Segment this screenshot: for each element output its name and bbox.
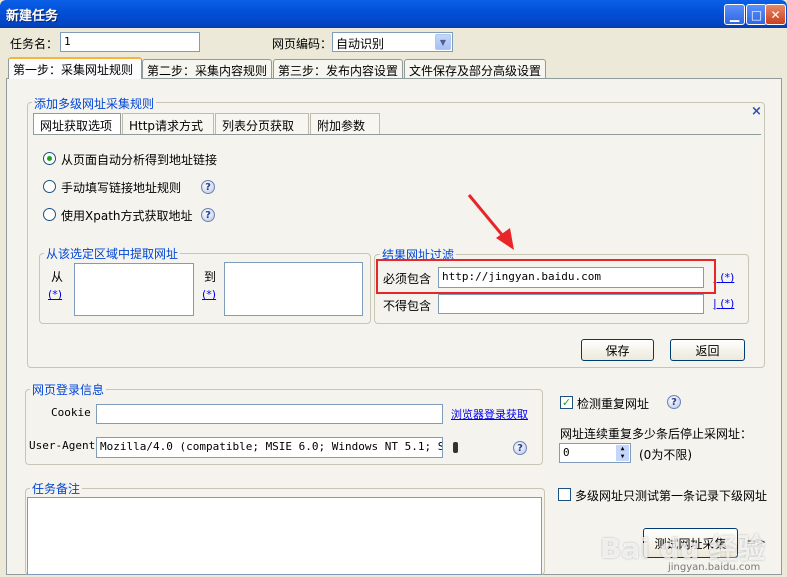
- back-button-label: 返回: [695, 343, 720, 358]
- must-not-include-link[interactable]: | (*): [713, 297, 734, 310]
- maximize-icon: □: [750, 7, 763, 22]
- tab-step3-label: 第三步：发布内容设置: [278, 64, 399, 78]
- watermark-url: jingyan.baidu.com: [668, 562, 761, 573]
- close-button[interactable]: ✕: [765, 4, 786, 25]
- radio-manual-rule[interactable]: [43, 180, 56, 193]
- user-agent-input[interactable]: Mozilla/4.0 (compatible; MSIE 6.0; Windo…: [96, 437, 443, 458]
- encoding-value: 自动识别: [336, 37, 385, 51]
- radio-manual-rule-label: 手动填写链接地址规则: [61, 181, 182, 195]
- must-not-include-link-text: (*): [720, 297, 735, 310]
- radio-auto-analyze[interactable]: [43, 152, 56, 165]
- multi-rule-group: [27, 102, 765, 368]
- title-bar: 新建任务 ▁ □ ✕: [0, 0, 787, 28]
- subtab-divider: [33, 134, 761, 135]
- stepper-down-icon[interactable]: ▼: [616, 453, 629, 461]
- multi-rule-title: 添加多级网址采集规则: [32, 95, 157, 112]
- encoding-select[interactable]: 自动识别 ▼: [332, 32, 453, 52]
- watermark-brand: Bai du 经验: [600, 532, 766, 565]
- maximize-button[interactable]: □: [746, 4, 767, 25]
- task-name-label: 任务名：: [10, 37, 59, 51]
- subtab-list-paging-label: 列表分页获取: [222, 119, 295, 133]
- highlight-box: [376, 259, 716, 294]
- region-from-link[interactable]: (*): [48, 288, 62, 301]
- minimize-button[interactable]: ▁: [724, 4, 745, 25]
- chevron-down-icon: ▼: [435, 34, 451, 50]
- must-include-link[interactable]: | (*): [713, 271, 734, 284]
- region-to-link[interactable]: (*): [202, 288, 216, 301]
- user-agent-label: User-Agent: [29, 439, 96, 452]
- region-to-textarea[interactable]: [224, 262, 363, 316]
- extract-region-title: 从该选定区域中提取网址: [44, 245, 181, 262]
- minimize-icon: ▁: [729, 7, 740, 22]
- tab-step2-label: 第二步：采集内容规则: [147, 64, 268, 78]
- region-from-textarea[interactable]: [74, 263, 194, 316]
- tab-step1-label: 第一步：采集网址规则: [13, 63, 134, 77]
- subtab-http-method-label: Http请求方式: [129, 119, 204, 133]
- subtab-url-options-label: 网址获取选项: [40, 119, 113, 133]
- lock-icon[interactable]: [453, 442, 458, 453]
- help-icon[interactable]: ?: [667, 395, 681, 409]
- stop-after-stepper[interactable]: 0 ▲ ▼: [559, 443, 631, 463]
- subtab-extra-params[interactable]: 附加参数: [310, 113, 380, 135]
- help-icon[interactable]: ?: [201, 208, 215, 222]
- help-icon[interactable]: ?: [201, 180, 215, 194]
- stop-after-hint: (0为不限): [639, 448, 692, 462]
- save-button[interactable]: 保存: [581, 339, 654, 361]
- annotation-arrow-icon: [467, 194, 514, 250]
- dup-check-label: 检测重复网址: [577, 397, 650, 411]
- radio-xpath[interactable]: [43, 208, 56, 221]
- must-not-include-input[interactable]: [438, 294, 704, 314]
- stepper-up-icon[interactable]: ▲: [616, 445, 629, 453]
- radio-xpath-label: 使用Xpath方式获取地址: [61, 209, 193, 223]
- multi-test-label: 多级网址只测试第一条记录下级网址: [575, 489, 768, 503]
- radio-auto-analyze-label: 从页面自动分析得到地址链接: [61, 153, 218, 167]
- tab-file-save-label: 文件保存及部分高级设置: [409, 64, 542, 78]
- subtab-url-options[interactable]: 网址获取选项: [33, 113, 121, 135]
- subtab-http-method[interactable]: Http请求方式: [122, 113, 214, 135]
- browser-login-link[interactable]: 浏览器登录获取: [451, 406, 528, 422]
- region-to-label: 到: [204, 270, 217, 284]
- task-name-input[interactable]: 1: [60, 32, 200, 52]
- must-not-include-label: 不得包含: [383, 299, 432, 313]
- tab-step1[interactable]: 第一步：采集网址规则: [8, 57, 142, 79]
- help-icon[interactable]: ?: [513, 441, 527, 455]
- back-button[interactable]: 返回: [670, 339, 745, 361]
- cookie-label: Cookie: [51, 406, 91, 419]
- login-title: 网页登录信息: [30, 381, 107, 398]
- must-include-link-text: (*): [720, 271, 735, 284]
- subtab-extra-params-label: 附加参数: [317, 119, 366, 133]
- tab-step2[interactable]: 第二步：采集内容规则: [142, 59, 272, 78]
- region-from-label: 从: [51, 270, 64, 284]
- window-title: 新建任务: [6, 9, 59, 24]
- notes-title: 任务备注: [30, 480, 83, 497]
- close-icon: ✕: [770, 7, 781, 22]
- multi-rule-close-icon[interactable]: ×: [751, 104, 762, 119]
- notes-textarea[interactable]: [27, 497, 542, 575]
- stop-after-label: 网址连续重复多少条后停止采网址：: [560, 427, 753, 441]
- cookie-input[interactable]: [96, 404, 443, 424]
- tab-file-save[interactable]: 文件保存及部分高级设置: [404, 59, 546, 78]
- multi-test-checkbox[interactable]: [558, 488, 571, 501]
- encoding-label: 网页编码：: [272, 37, 333, 51]
- stop-after-value: 0: [563, 446, 570, 459]
- tab-step3[interactable]: 第三步：发布内容设置: [273, 59, 403, 78]
- save-button-label: 保存: [605, 343, 630, 358]
- subtab-list-paging[interactable]: 列表分页获取: [215, 113, 309, 135]
- dup-check-checkbox[interactable]: ✓: [560, 396, 573, 409]
